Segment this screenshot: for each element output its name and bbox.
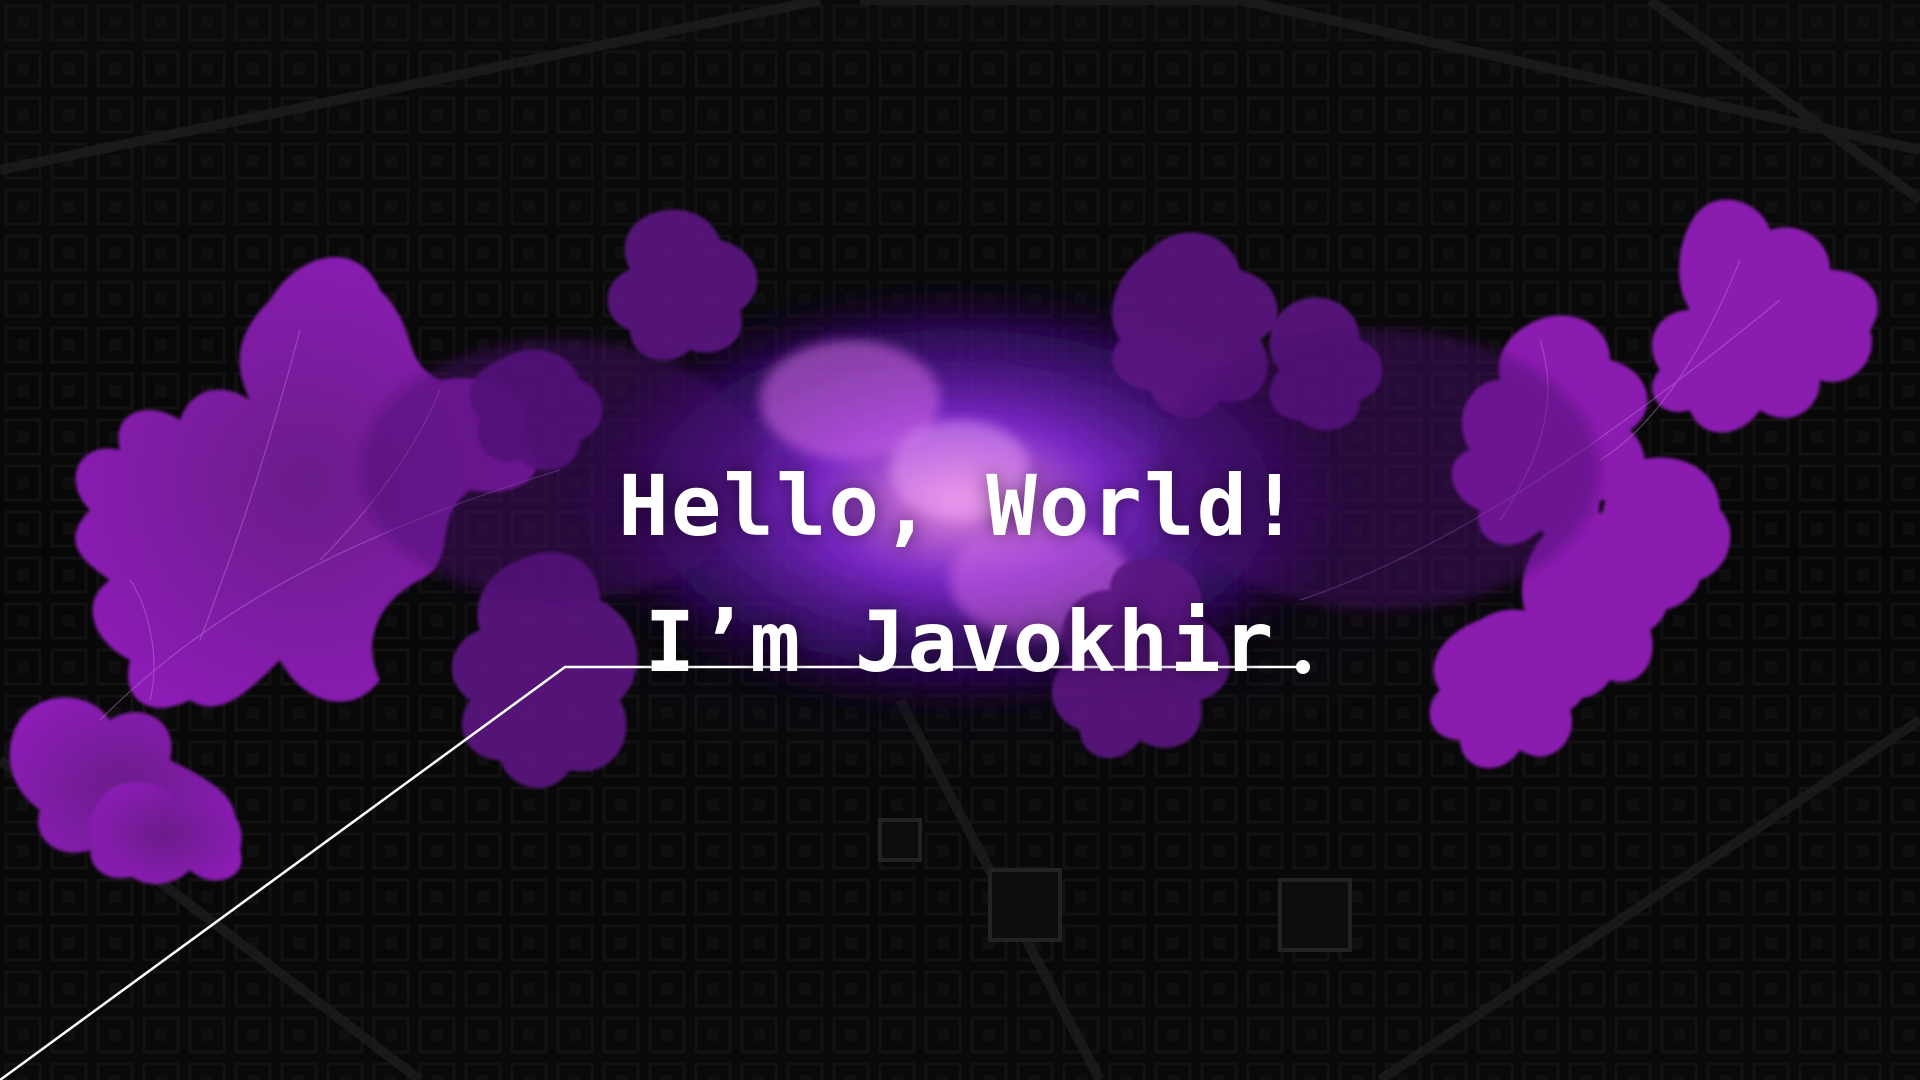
hero-section: Hello, World! I’m Javokhir	[0, 0, 1920, 1080]
intro-text: I’m Javokhir	[644, 593, 1276, 691]
greeting-text: Hello, World!	[618, 457, 1302, 555]
hero-heading: Hello, World! I’m Javokhir	[0, 438, 1920, 710]
